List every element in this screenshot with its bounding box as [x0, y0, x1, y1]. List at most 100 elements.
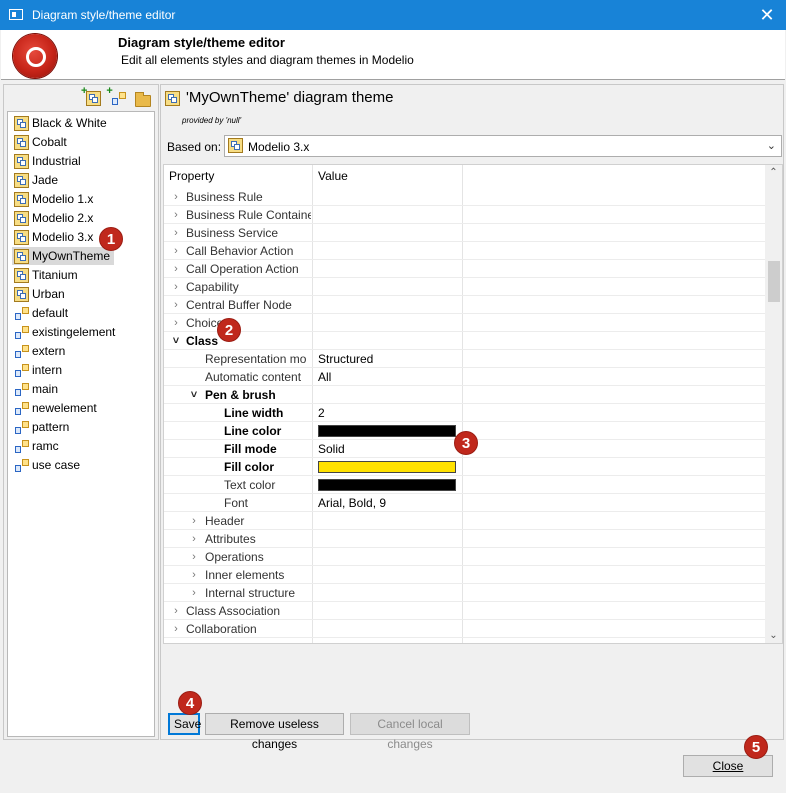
new-style-icon[interactable]: + — [106, 85, 127, 107]
property-row[interactable]: › Attributes — [164, 530, 766, 548]
property-name: Line color — [224, 424, 282, 438]
theme-tree-item[interactable]: Jade — [12, 171, 62, 189]
chevron-right-icon[interactable]: › — [170, 242, 182, 260]
property-name: Call Operation Action — [186, 262, 299, 276]
color-swatch[interactable] — [318, 425, 456, 437]
theme-tree-item-label: Modelio 1.x — [32, 192, 94, 206]
property-row[interactable]: Representation mo Structured — [164, 350, 766, 368]
window-close-icon[interactable]: ✕ — [756, 4, 778, 26]
theme-tree-item[interactable]: Modelio 2.x — [12, 209, 97, 227]
chevron-down-icon[interactable]: ⌄ — [767, 139, 776, 152]
property-name: Fill color — [224, 460, 275, 474]
theme-tree-item[interactable]: Titanium — [12, 266, 82, 284]
theme-icon — [14, 135, 29, 150]
property-row[interactable]: Text color — [164, 476, 766, 494]
chevron-right-icon[interactable]: › — [170, 620, 182, 638]
theme-editor-panel: 'MyOwnTheme' diagram theme provided by '… — [160, 84, 784, 751]
theme-tree-item[interactable]: Industrial — [12, 152, 85, 170]
theme-tree-item[interactable]: use case — [12, 456, 84, 474]
chevron-right-icon[interactable]: › — [170, 224, 182, 242]
property-value[interactable]: Solid — [318, 440, 345, 458]
property-row[interactable]: ˅ Pen & brush — [164, 386, 766, 404]
property-value[interactable]: 2 — [318, 404, 325, 422]
window-app-icon — [9, 9, 23, 20]
theme-tree-item[interactable]: Urban — [12, 285, 69, 303]
property-row[interactable]: Automatic content All — [164, 368, 766, 386]
chevron-right-icon[interactable]: › — [170, 278, 182, 296]
column-header-property[interactable]: Property — [164, 165, 312, 187]
style-icon — [14, 401, 29, 416]
window-title: Diagram style/theme editor — [32, 8, 176, 22]
theme-tree-item[interactable]: default — [12, 304, 72, 322]
theme-tree-item-label: existingelement — [32, 325, 116, 339]
property-value[interactable]: All — [318, 368, 331, 386]
property-row[interactable]: › Business Rule — [164, 188, 766, 206]
new-theme-icon[interactable]: + — [81, 85, 102, 107]
chevron-right-icon[interactable]: › — [170, 260, 182, 278]
theme-tree-item[interactable]: Modelio 3.x — [12, 228, 97, 246]
property-row[interactable]: › Header — [164, 512, 766, 530]
theme-tree-item[interactable]: extern — [12, 342, 69, 360]
scroll-down-icon[interactable]: ⌄ — [765, 630, 782, 641]
chevron-right-icon[interactable]: › — [170, 602, 182, 620]
column-header-value[interactable]: Value — [313, 165, 463, 187]
theme-tree-item[interactable]: intern — [12, 361, 66, 379]
theme-tree-item[interactable]: MyOwnTheme — [12, 247, 115, 265]
properties-scrollbar[interactable]: ⌃ ⌄ — [765, 165, 782, 643]
save-button[interactable]: Save — [168, 713, 201, 735]
theme-icon — [228, 138, 243, 153]
property-row[interactable]: ˅ Class — [164, 332, 766, 350]
chevron-right-icon[interactable]: › — [170, 314, 182, 332]
property-row[interactable]: › Collaboration — [164, 620, 766, 638]
chevron-down-icon[interactable]: ˅ — [170, 332, 182, 350]
chevron-right-icon[interactable]: › — [188, 584, 200, 602]
theme-tree-item[interactable]: ramc — [12, 437, 63, 455]
chevron-right-icon[interactable]: › — [188, 548, 200, 566]
color-swatch[interactable] — [318, 461, 456, 473]
property-row[interactable]: › Business Service — [164, 224, 766, 242]
property-row[interactable]: › Operations — [164, 548, 766, 566]
property-row[interactable]: › Inner elements — [164, 566, 766, 584]
property-name: Business Service — [186, 226, 279, 240]
chevron-right-icon[interactable]: › — [188, 566, 200, 584]
scrollbar-thumb[interactable] — [768, 261, 780, 302]
property-row[interactable]: › Call Operation Action — [164, 260, 766, 278]
theme-tree-item[interactable]: existingelement — [12, 323, 119, 341]
property-row[interactable]: › Business Rule Containe — [164, 206, 766, 224]
property-row[interactable]: › Central Buffer Node — [164, 296, 766, 314]
color-swatch[interactable] — [318, 479, 456, 491]
property-row[interactable]: Fill color — [164, 458, 766, 476]
property-row[interactable]: › Choice — [164, 314, 766, 332]
theme-tree-item[interactable]: Modelio 1.x — [12, 190, 97, 208]
property-row[interactable]: › Internal structure — [164, 584, 766, 602]
theme-heading: 'MyOwnTheme' diagram theme — [186, 89, 394, 106]
theme-tree-item[interactable]: main — [12, 380, 62, 398]
chevron-right-icon[interactable]: › — [170, 206, 182, 224]
theme-icon — [14, 154, 29, 169]
theme-icon — [14, 268, 29, 283]
chevron-right-icon[interactable]: › — [170, 188, 182, 206]
theme-tree-item-label: Modelio 2.x — [32, 211, 94, 225]
property-row[interactable]: Line width 2 — [164, 404, 766, 422]
remove-useless-changes-button[interactable]: Remove useless changes — [205, 713, 344, 751]
theme-tree-item-label: MyOwnTheme — [32, 249, 111, 263]
property-value[interactable]: Structured — [318, 350, 373, 368]
chevron-down-icon[interactable]: ˅ — [188, 386, 200, 404]
banner-title: Diagram style/theme editor — [118, 35, 285, 50]
property-row[interactable]: Font Arial, Bold, 9 — [164, 494, 766, 512]
property-value[interactable]: Arial, Bold, 9 — [318, 494, 386, 512]
theme-tree-item[interactable]: newelement — [12, 399, 101, 417]
chevron-right-icon[interactable]: › — [188, 530, 200, 548]
theme-tree-item[interactable]: Cobalt — [12, 133, 71, 151]
style-icon — [14, 363, 29, 378]
based-on-select[interactable]: Modelio 3.x ⌄ — [224, 135, 782, 157]
theme-tree-item[interactable]: Black & White — [12, 114, 111, 132]
scroll-up-icon[interactable]: ⌃ — [765, 167, 782, 178]
property-row[interactable]: › Class Association — [164, 602, 766, 620]
theme-tree-item[interactable]: pattern — [12, 418, 73, 436]
open-folder-icon[interactable] — [134, 92, 153, 110]
property-row[interactable]: › Capability — [164, 278, 766, 296]
chevron-right-icon[interactable]: › — [188, 512, 200, 530]
chevron-right-icon[interactable]: › — [170, 296, 182, 314]
property-row[interactable]: › Call Behavior Action — [164, 242, 766, 260]
